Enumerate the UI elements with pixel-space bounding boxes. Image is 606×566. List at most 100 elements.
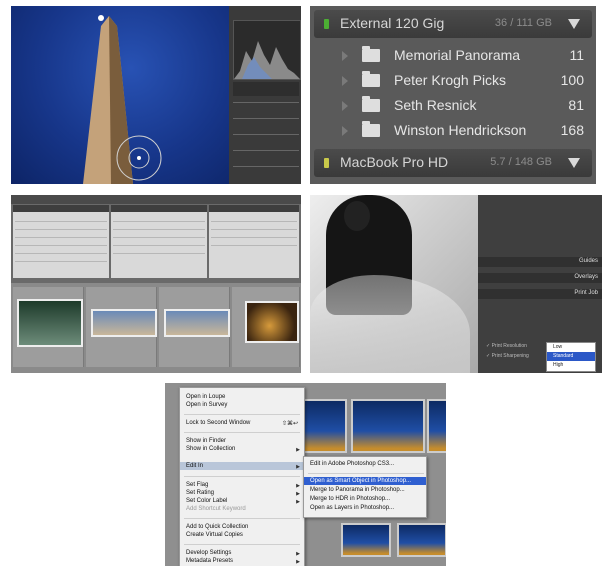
folder-count: 168 <box>560 122 584 138</box>
folders-panel: External 120 Gig 36 / 111 GB Memorial Pa… <box>310 6 596 184</box>
print-resolution-checkbox[interactable]: ✓ Print Resolution <box>486 343 527 349</box>
thumbnail[interactable] <box>91 309 157 337</box>
tool-strip[interactable] <box>233 82 299 96</box>
filter-row[interactable] <box>211 229 297 230</box>
thumbnail[interactable] <box>341 523 391 557</box>
thumbnail[interactable] <box>164 309 230 337</box>
panel-divider <box>233 166 299 167</box>
menu-item[interactable]: Show in Finder <box>186 438 226 444</box>
context-menu: Open in Loupe Open in Survey Lock to Sec… <box>179 387 305 566</box>
submenu-arrow-icon: ▶ <box>296 559 300 565</box>
submenu-item[interactable]: Edit in Adobe Photoshop CS3... <box>310 461 394 467</box>
external-drive-header[interactable]: External 120 Gig 36 / 111 GB <box>314 10 592 38</box>
disclosure-triangle-icon[interactable] <box>568 158 580 168</box>
submenu-arrow-icon: ▶ <box>296 464 300 470</box>
folder-row[interactable]: Memorial Panorama 11 <box>310 44 596 68</box>
panel-header-overlays[interactable]: Overlays <box>478 273 602 283</box>
filter-row[interactable] <box>113 221 205 222</box>
filter-row[interactable] <box>113 253 205 254</box>
edit-in-submenu: Edit in Adobe Photoshop CS3... Open as S… <box>303 456 427 518</box>
filter-column-header[interactable] <box>209 205 299 212</box>
thumbnail[interactable] <box>351 399 425 453</box>
menu-item[interactable]: Create Virtual Copies <box>186 532 243 538</box>
dropdown-option-selected[interactable]: Standard <box>547 352 595 361</box>
menu-item-disabled: Add Shortcut Keyword <box>186 506 246 512</box>
thumbnail[interactable] <box>17 299 83 347</box>
filter-row[interactable] <box>211 237 297 238</box>
menu-item[interactable]: Open in Survey <box>186 402 227 408</box>
panel-header-print-job[interactable]: Print Job <box>478 289 602 299</box>
folder-icon <box>362 121 380 137</box>
panel-divider <box>233 134 299 135</box>
internal-drive-header[interactable]: MacBook Pro HD 5.7 / 148 GB <box>314 149 592 177</box>
filter-row[interactable] <box>113 229 205 230</box>
drive-status-led <box>324 19 329 29</box>
submenu-item[interactable]: Merge to HDR in Photoshop... <box>310 496 390 502</box>
wedding-photo <box>310 195 478 373</box>
folder-icon <box>362 96 380 112</box>
filter-column-header[interactable] <box>13 205 109 212</box>
folder-icon <box>362 46 380 62</box>
submenu-item[interactable]: Open as Layers in Photoshop... <box>310 505 394 511</box>
folder-row[interactable]: Winston Hendrickson 168 <box>310 119 596 143</box>
filter-row[interactable] <box>15 221 107 222</box>
expand-arrow-icon[interactable] <box>342 126 348 136</box>
photo-preview <box>11 6 229 184</box>
filter-row[interactable] <box>113 237 205 238</box>
menu-item[interactable]: Lock to Second Window <box>186 420 250 426</box>
disclosure-triangle-icon[interactable] <box>568 19 580 29</box>
menu-item[interactable]: Add to Quick Collection <box>186 524 248 530</box>
panel-header-guides[interactable]: Guides <box>478 257 602 267</box>
folder-count: 81 <box>568 97 584 113</box>
menu-item[interactable]: Metadata Presets <box>186 558 233 564</box>
folder-row[interactable]: Seth Resnick 81 <box>310 94 596 118</box>
drive-size: 5.7 / 148 GB <box>490 156 552 168</box>
dropdown-option[interactable]: High <box>547 361 595 370</box>
library-filter-screenshot <box>11 195 301 373</box>
library-filter-bar[interactable] <box>11 195 301 204</box>
folder-row[interactable]: Peter Krogh Picks 100 <box>310 69 596 93</box>
submenu-item-selected[interactable]: Open as Smart Object in Photoshop... <box>310 478 411 484</box>
filter-column-header[interactable] <box>111 205 207 212</box>
menu-item[interactable]: Set Color Label <box>186 498 227 504</box>
filter-row[interactable] <box>15 245 107 246</box>
filter-row[interactable] <box>15 261 107 262</box>
expand-arrow-icon[interactable] <box>342 101 348 111</box>
menu-item[interactable]: Set Rating <box>186 490 214 496</box>
filter-row[interactable] <box>15 237 107 238</box>
filter-row[interactable] <box>211 221 297 222</box>
folder-name: Winston Hendrickson <box>394 122 527 138</box>
filter-row[interactable] <box>15 253 107 254</box>
thumbnail[interactable] <box>427 399 446 453</box>
expand-arrow-icon[interactable] <box>342 51 348 61</box>
dropdown-option[interactable]: Low <box>547 343 595 352</box>
panel-divider <box>233 118 299 119</box>
drive-size: 36 / 111 GB <box>494 17 552 29</box>
submenu-arrow-icon: ▶ <box>296 499 300 505</box>
sharpening-dropdown[interactable]: Low Standard High <box>546 342 596 372</box>
filter-row[interactable] <box>113 245 205 246</box>
print-sharpening-checkbox[interactable]: ✓ Print Sharpening <box>486 353 529 359</box>
folder-name: Seth Resnick <box>394 97 477 113</box>
folder-name: Peter Krogh Picks <box>394 72 507 88</box>
submenu-arrow-icon: ▶ <box>296 483 300 489</box>
menu-item[interactable]: Develop Settings <box>186 550 231 556</box>
folder-count: 11 <box>569 47 584 63</box>
menu-item[interactable]: Set Flag <box>186 482 208 488</box>
menu-item[interactable]: Edit In <box>186 463 203 469</box>
thumbnail[interactable] <box>245 301 299 343</box>
submenu-item[interactable]: Merge to Panorama in Photoshop... <box>310 487 405 493</box>
expand-arrow-icon[interactable] <box>342 76 348 86</box>
context-menu-screenshot: Open in Loupe Open in Survey Lock to Sec… <box>165 383 446 566</box>
submenu-arrow-icon: ▶ <box>296 491 300 497</box>
folder-count: 100 <box>560 72 584 88</box>
menu-item[interactable]: Show in Collection <box>186 446 235 452</box>
panel-divider <box>233 150 299 151</box>
folder-icon <box>362 71 380 87</box>
submenu-arrow-icon: ▶ <box>296 551 300 557</box>
filter-row[interactable] <box>211 245 297 246</box>
histogram <box>233 20 301 80</box>
thumbnail[interactable] <box>397 523 446 557</box>
menu-item[interactable]: Open in Loupe <box>186 394 225 400</box>
filter-row[interactable] <box>15 229 107 230</box>
